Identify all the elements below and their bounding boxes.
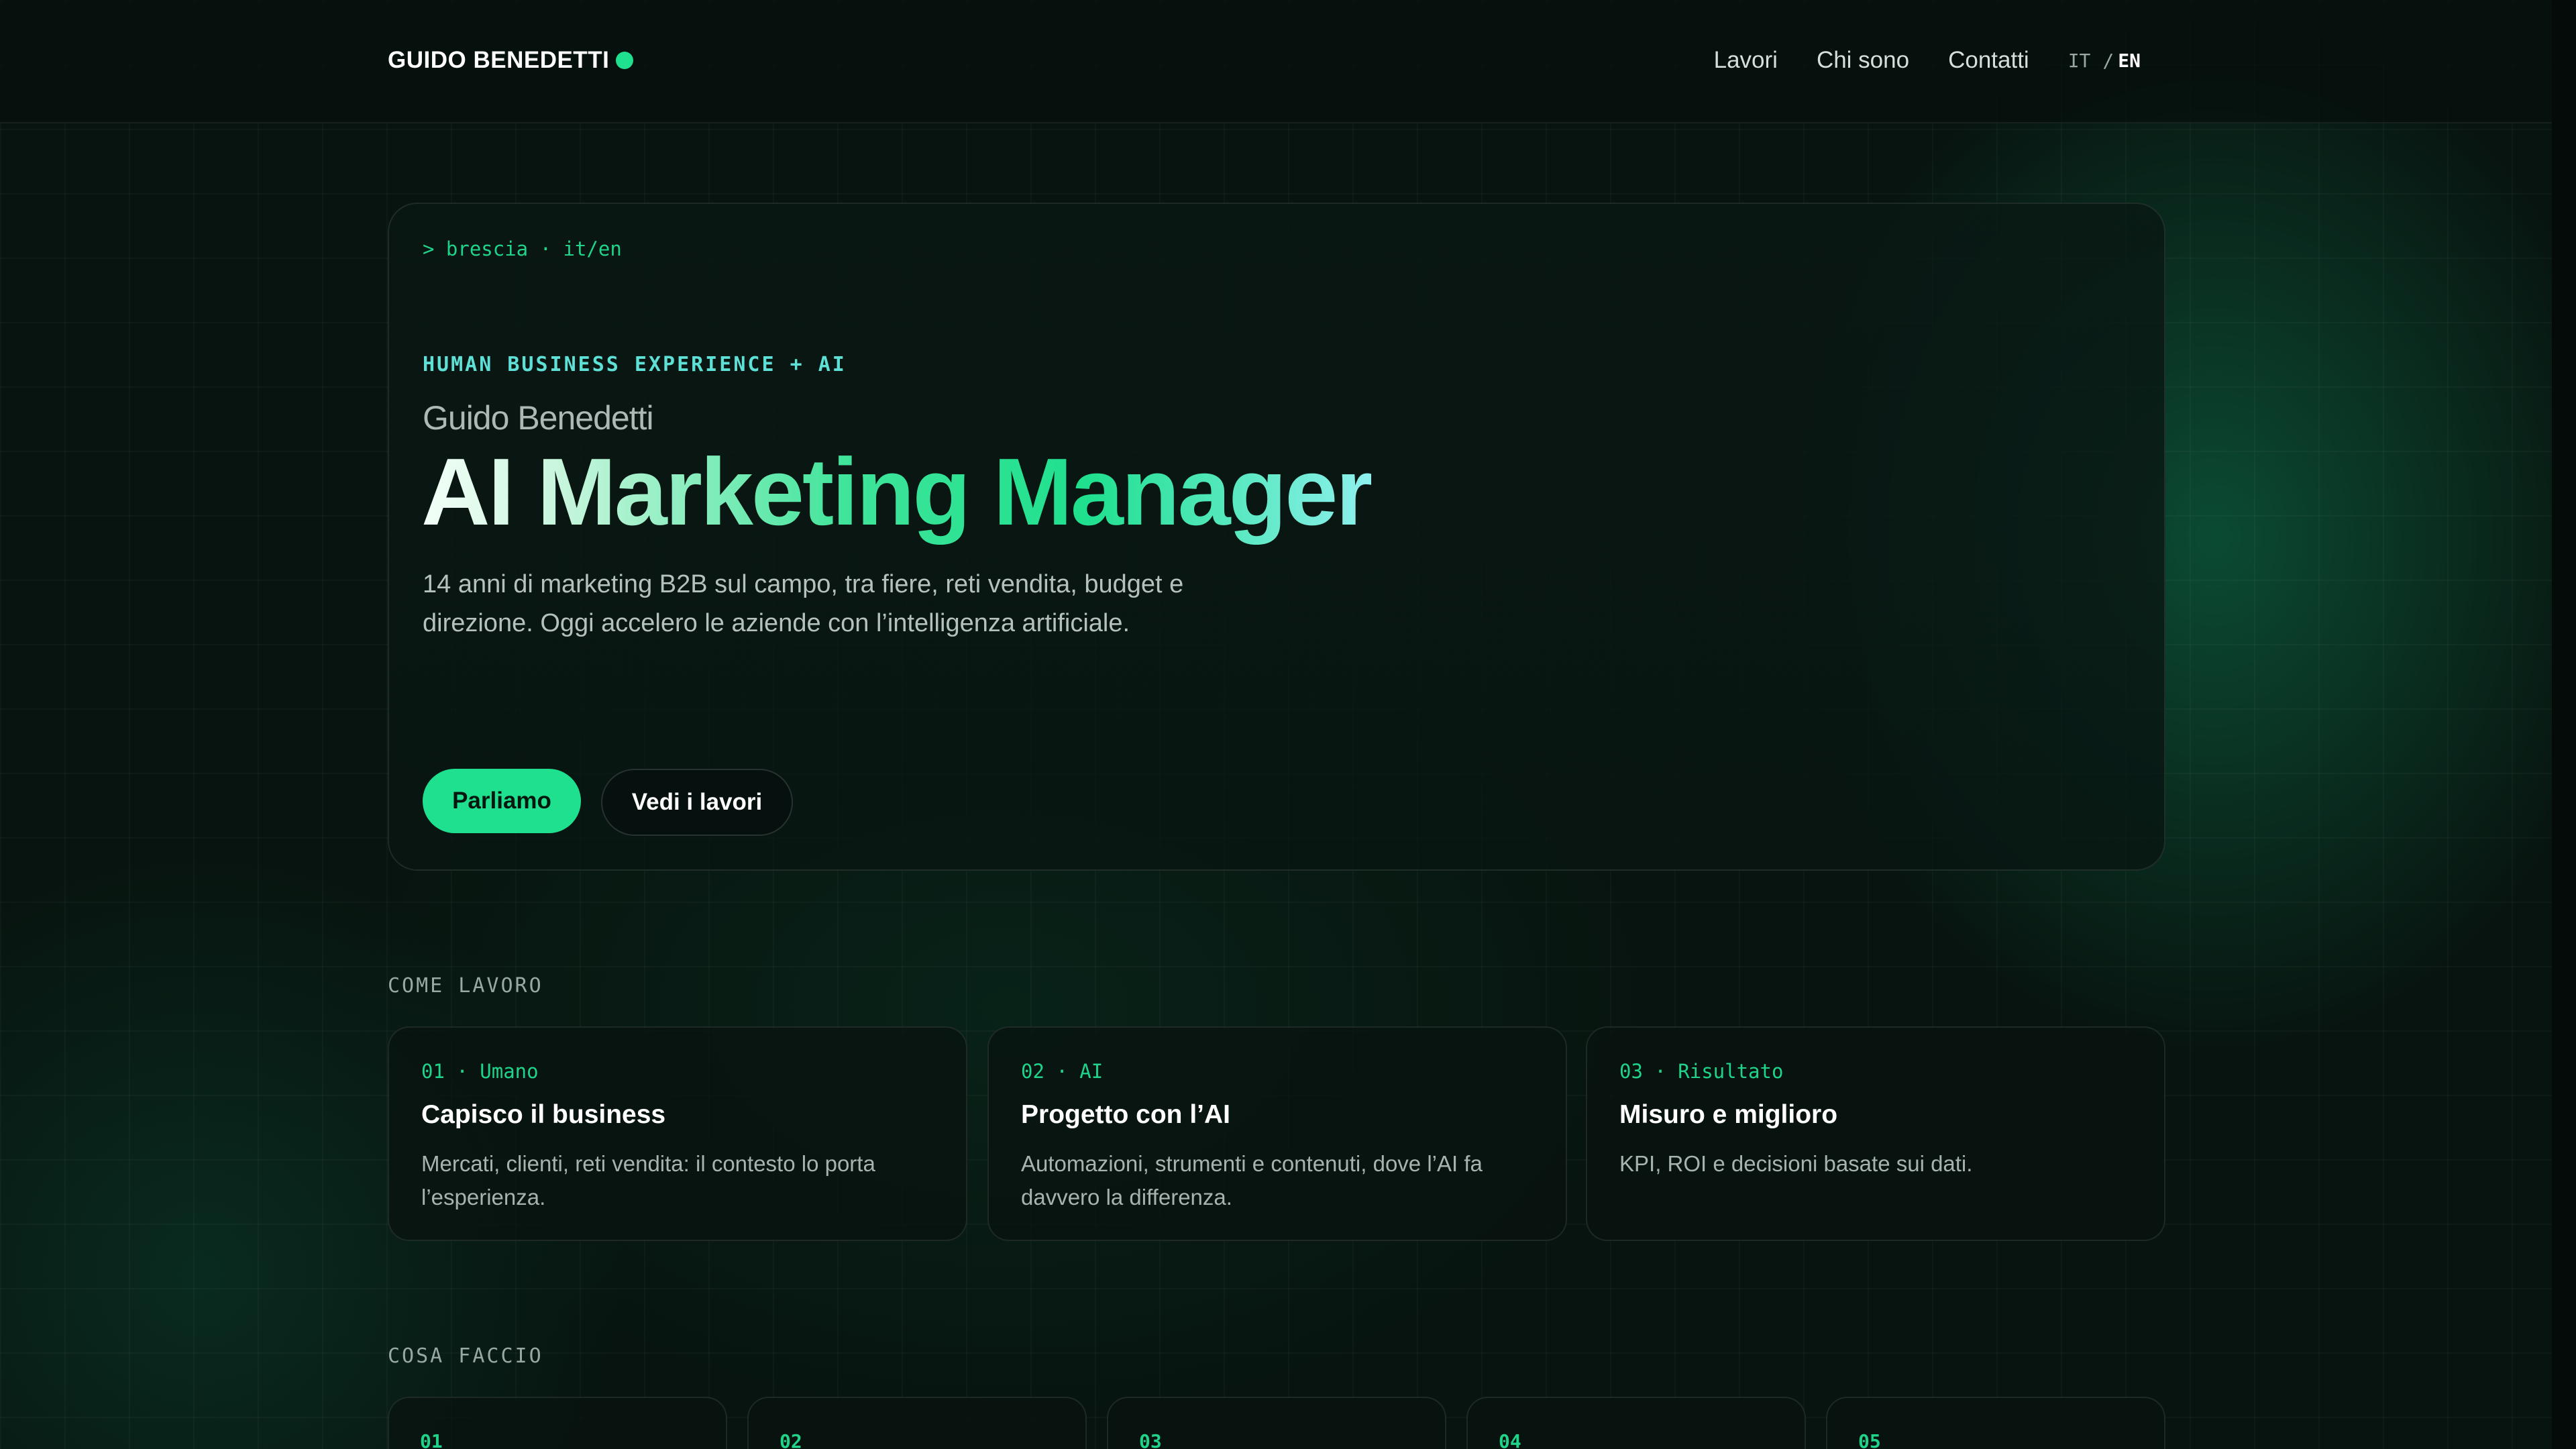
main-nav: Lavori Chi sono Contatti IT / EN — [1714, 47, 2141, 74]
step-title: Misuro e miglioro — [1619, 1100, 1838, 1129]
step-card-umano: 01 · Umano Capisco il business Mercati, … — [388, 1026, 967, 1241]
hero-name: Guido Benedetti — [423, 399, 654, 437]
nav-link-chi-sono[interactable]: Chi sono — [1817, 47, 1909, 74]
step-title: Capisco il business — [421, 1100, 666, 1129]
scrollbar-track[interactable] — [2552, 0, 2576, 1449]
service-number: 03 — [1139, 1430, 1162, 1449]
site-header: GUIDO BENEDETTI Lavori Chi sono Contatti… — [0, 0, 2552, 123]
step-desc: Automazioni, strumenti e contenuti, dove… — [1021, 1151, 1483, 1210]
service-card-03[interactable]: 03 — [1107, 1397, 1446, 1449]
brand-name: GUIDO BENEDETTI — [388, 47, 610, 73]
brand-logo[interactable]: GUIDO BENEDETTI — [388, 47, 634, 74]
location-prompt: > brescia · it/en — [423, 237, 622, 260]
hero-card: > brescia · it/en HUMAN BUSINESS EXPERIE… — [388, 203, 2165, 871]
step-tag: 03 · Risultato — [1619, 1060, 1784, 1083]
service-number: 01 — [420, 1430, 443, 1449]
step-desc: KPI, ROI e decisioni basate sui dati. — [1619, 1151, 1973, 1176]
step-tag: 02 · AI — [1021, 1060, 1104, 1083]
language-switcher: IT / EN — [2068, 50, 2141, 72]
service-card-01[interactable]: 01 — [388, 1397, 727, 1449]
step-card-ai: 02 · AI Progetto con l’AI Automazioni, s… — [987, 1026, 1567, 1241]
section-label-cosa-faccio: COSA FACCIO — [388, 1344, 543, 1368]
lang-separator: / — [2102, 49, 2114, 72]
service-number: 05 — [1858, 1430, 1881, 1449]
hero-lead: 14 anni di marketing B2B sul campo, tra … — [423, 570, 1184, 637]
step-card-risultato: 03 · Risultato Misuro e miglioro KPI, RO… — [1586, 1026, 2165, 1241]
service-card-04[interactable]: 04 — [1466, 1397, 1806, 1449]
hero-title: AI Marketing Manager — [421, 439, 1373, 545]
page: GUIDO BENEDETTI Lavori Chi sono Contatti… — [0, 0, 2576, 1449]
step-title: Progetto con l’AI — [1021, 1100, 1230, 1129]
lang-it[interactable]: IT — [2068, 50, 2091, 72]
status-dot-icon — [616, 52, 634, 69]
step-desc: Mercati, clienti, reti vendita: il conte… — [421, 1151, 875, 1210]
lang-en[interactable]: EN — [2118, 50, 2141, 72]
parliamo-button[interactable]: Parliamo — [423, 769, 581, 833]
service-card-02[interactable]: 02 — [747, 1397, 1087, 1449]
hero-eyebrow: HUMAN BUSINESS EXPERIENCE + AI — [423, 353, 847, 376]
nav-link-lavori[interactable]: Lavori — [1714, 47, 1778, 74]
vedi-lavori-button[interactable]: Vedi i lavori — [601, 769, 793, 836]
service-number: 02 — [780, 1430, 802, 1449]
service-number: 04 — [1499, 1430, 1521, 1449]
section-label-come-lavoro: COME LAVORO — [388, 974, 543, 998]
service-card-05[interactable]: 05 — [1826, 1397, 2165, 1449]
step-tag: 01 · Umano — [421, 1060, 539, 1083]
nav-link-contatti[interactable]: Contatti — [1948, 47, 2029, 74]
